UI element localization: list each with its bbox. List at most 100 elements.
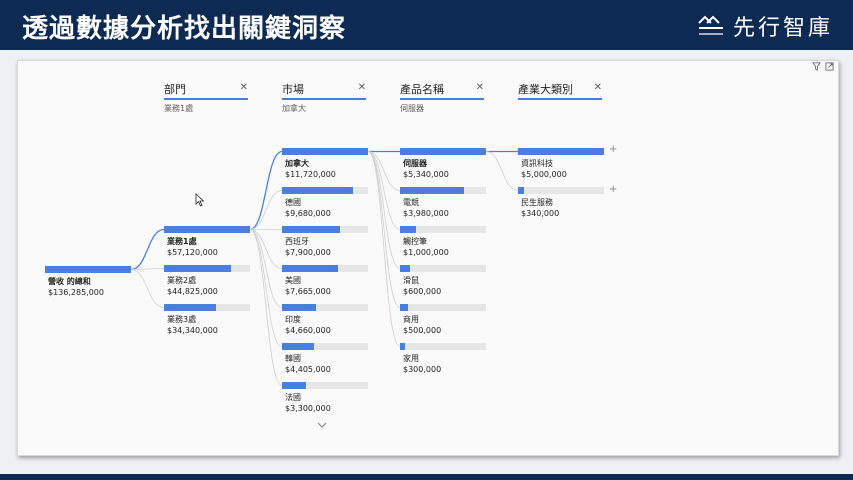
connector-line [130,228,165,271]
close-icon[interactable]: ✕ [358,82,366,93]
bar-track [282,382,368,389]
node-value: $5,340,000 [403,170,449,179]
bar-track [400,226,486,233]
bar-track [164,226,250,233]
bar-track [282,187,368,194]
connector-line [485,151,519,191]
brand-logo: 先行智庫 [697,10,833,42]
connector-line [249,229,283,386]
bar-track [400,304,486,311]
plus-icon[interactable]: + [609,184,617,195]
node-label: 家用 [403,354,419,363]
mouse-cursor-icon [195,193,205,207]
brand-mountain-icon [698,15,723,35]
node-value: $7,665,000 [285,287,331,296]
node-value: $5,000,000 [521,170,567,179]
bar-track [282,343,368,350]
connector-line [249,229,283,308]
tree-node[interactable]: 業務3處 $34,340,000 [164,304,250,335]
tree-node[interactable]: 業務1處 $57,120,000 [164,226,250,257]
node-label: 美國 [285,276,301,285]
node-value: $136,285,000 [48,288,104,297]
close-icon[interactable]: ✕ [240,82,248,93]
tree-node[interactable]: 美國 $7,665,000 [282,265,368,296]
page-title: 透過數據分析找出關鍵洞察 [22,14,347,44]
connector-line [367,151,401,347]
bar-fill [282,265,338,272]
column-subtitle: 業務1處 [164,104,194,113]
node-value: $4,405,000 [285,365,331,374]
node-label: 德國 [285,198,301,207]
connector-line [249,229,283,347]
bar-fill [400,187,464,194]
node-label: 滑鼠 [403,276,419,285]
header-banner: 透過數據分析找出關鍵洞察 先行智庫 [0,0,853,50]
tree-node[interactable]: 德國 $9,680,000 [282,187,368,218]
bar-fill [282,148,368,155]
tree-node[interactable]: 印度 $4,660,000 [282,304,368,335]
bar-track [164,304,250,311]
tree-node[interactable]: 資訊科技 $5,000,000 [518,148,604,179]
bar-fill [400,304,408,311]
tree-node[interactable]: 商用 $500,000 [400,304,486,335]
bar-fill [282,382,306,389]
column-header-department: 部門 ✕ 業務1處 [164,81,248,114]
plus-icon[interactable]: + [609,144,617,155]
decomposition-tree-visual[interactable]: 部門 ✕ 業務1處 市場 ✕ 加拿大 產品名稱 ✕ 伺服器 產業大類別 ✕ 營收… [17,60,839,456]
tree-connectors [130,150,519,386]
bar-fill [518,148,604,155]
tree-node[interactable]: 業務2處 $44,825,000 [164,265,250,296]
node-label: 韓國 [285,354,301,363]
node-value: $600,000 [403,287,442,296]
bar-fill [164,304,216,311]
bar-fill [282,187,353,194]
column-header-market: 市場 ✕ 加拿大 [282,81,366,114]
bar-fill [282,304,316,311]
node-label: 西班牙 [285,237,309,246]
bar-fill [282,226,340,233]
tree-node[interactable]: 韓國 $4,405,000 [282,343,368,374]
tree-node[interactable]: 法國 $3,300,000 [282,382,368,413]
chevron-down-icon[interactable] [317,422,327,429]
bar-fill [518,187,524,194]
column-title: 產品名稱 [400,81,484,100]
bar-track [282,304,368,311]
bar-track [45,266,131,273]
tree-node[interactable]: 觸控筆 $1,000,000 [400,226,486,257]
brand-name: 先行智庫 [732,16,833,41]
bar-track [282,226,368,233]
column-header-industry: 產業大類別 ✕ [518,81,602,100]
tree-node[interactable]: 家用 $300,000 [400,343,486,374]
bar-fill [164,265,231,272]
bar-fill [400,343,405,350]
node-value: $7,900,000 [285,248,331,257]
node-value: $9,680,000 [285,209,331,218]
bar-fill [400,148,486,155]
node-label: 業務3處 [167,315,197,324]
node-label: 電競 [403,198,419,207]
tree-node[interactable]: 電競 $3,980,000 [400,187,486,218]
bar-track [400,148,486,155]
column-subtitle: 加拿大 [282,104,306,113]
connector-line [130,269,165,308]
close-icon[interactable]: ✕ [594,82,602,93]
node-value: $4,660,000 [285,326,331,335]
tree-node[interactable]: 伺服器 $5,340,000 [400,148,486,179]
bar-track [400,187,486,194]
bar-track [164,265,250,272]
tree-node[interactable]: 加拿大 $11,720,000 [282,148,368,179]
bar-fill [282,343,314,350]
node-label: 法國 [285,393,301,402]
node-label: 營收 的總和 [48,277,91,286]
bar-fill [400,226,416,233]
tree-node[interactable]: 滑鼠 $600,000 [400,265,486,296]
node-value: $500,000 [403,326,442,335]
node-label: 伺服器 [403,159,427,168]
close-icon[interactable]: ✕ [476,82,484,93]
column-subtitle: 伺服器 [400,104,424,113]
bar-track [518,148,604,155]
tree-node[interactable]: 西班牙 $7,900,000 [282,226,368,257]
root-node[interactable]: 營收 的總和 $136,285,000 [45,266,131,297]
tree-node[interactable]: 民生服務 $340,000 [518,187,604,218]
node-value: $340,000 [521,209,560,218]
